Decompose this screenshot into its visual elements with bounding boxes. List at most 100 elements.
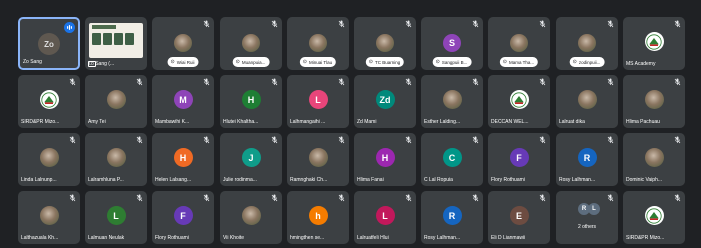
participant-tile-lalmuan-neulak[interactable]: L Lalmuan Neulak (85, 191, 147, 244)
participant-avatar: F (509, 148, 529, 167)
mic-off-icon (203, 78, 210, 86)
participant-tile-lalruatfeli[interactable]: L Lalruatfeli Hlui (354, 191, 416, 244)
mic-off-icon (69, 194, 76, 202)
participant-avatar: L (375, 206, 395, 225)
participant-tile-hmingthan[interactable]: h hmingthen se... (287, 191, 349, 244)
participant-tile-flory-rothuami[interactable]: F Flory Rothuami (488, 133, 550, 186)
participant-tile-lalthazuala[interactable]: Lalthazuala Kh... (18, 191, 80, 244)
participant-tile-julie[interactable]: J Julie rodinma... (220, 133, 282, 186)
participant-avatar (39, 90, 59, 109)
mic-off-icon (472, 20, 479, 28)
pinned-name-chip[interactable]: ⊙ Mama Tha... (499, 57, 539, 67)
participant-name: Zo Sang (... (88, 61, 115, 67)
pinned-name-chip[interactable]: ⊙ zodinpuii... (569, 57, 605, 67)
participant-tile-zodinpuii[interactable]: ⊙ zodinpuii... (556, 17, 618, 70)
participant-tile-sirdpr-mizo[interactable]: SIRD&PR Mizo... (18, 75, 80, 128)
participant-tile-linda[interactable]: Linda Lalnunp... (18, 133, 80, 186)
pinned-name-chip[interactable]: ⊙ Minuai Tlau (299, 57, 337, 67)
participant-avatar: H (375, 148, 395, 167)
participant-tile-wi-ai-rui[interactable]: ⊙ Wiai Ruii (152, 17, 214, 70)
mic-off-icon (271, 194, 278, 202)
participant-name: Lalruat dika (559, 119, 585, 125)
participant-tile-c-lal-ropuia[interactable]: C C Lal Ropuia (421, 133, 483, 186)
participant-avatar: L (308, 90, 328, 109)
participant-avatar: C (442, 148, 462, 167)
participant-avatar (644, 32, 664, 51)
participant-name: Linda Lalnunp... (21, 177, 57, 183)
participant-avatar (174, 34, 192, 52)
participant-avatar: J (241, 148, 261, 167)
participant-tile-ms-academy[interactable]: MS Academy (623, 17, 685, 70)
participant-name: Dominic Vaiph... (626, 177, 663, 183)
participant-tile-zd-mami[interactable]: Zd Zd Mami (354, 75, 416, 128)
pinned-name-chip[interactable]: ⊙ Sangpuii B... (432, 57, 472, 67)
participant-tile-mambawihi[interactable]: M Mambawihi K... (152, 75, 214, 128)
participant-name: Vii Khoite (223, 235, 245, 241)
participant-name: Zd Mami (357, 119, 377, 125)
participant-tile-minuai-tlau[interactable]: ⊙ Minuai Tlau (287, 17, 349, 70)
participant-name: TC Buarning (374, 59, 401, 65)
participant-tile-muanpuia[interactable]: ⊙ Muanpuia... (220, 17, 282, 70)
participant-avatar (39, 148, 59, 167)
participant-name: zodinpuii... (578, 59, 601, 65)
mic-off-icon (607, 20, 614, 28)
participant-name: Hlutei Khaltha... (223, 119, 259, 125)
participant-tile-hlima-fanai[interactable]: H Hlima Fanai (354, 133, 416, 186)
participant-name: Zo Sang (23, 59, 42, 65)
participant-avatar (644, 148, 664, 167)
participant-tile-helen[interactable]: H Helen Lalsang... (152, 133, 214, 186)
participant-tile-tc-buarning[interactable]: ⊙ TC Buarning (354, 17, 416, 70)
participant-tile-zo-sang-presentation[interactable]: Zo Sang (... (85, 17, 147, 70)
participant-avatar: L (106, 206, 126, 225)
mic-off-icon (674, 194, 681, 202)
pin-icon: ⊙ (235, 59, 240, 65)
participant-tile-rosy-lalhman-2[interactable]: R Rosy Lalhman... (421, 191, 483, 244)
pin-icon: ⊙ (368, 59, 373, 65)
mic-off-icon (136, 136, 143, 144)
pinned-name-chip[interactable]: ⊙ Wiai Ruii (167, 57, 199, 67)
mic-off-icon (203, 194, 210, 202)
participant-tile-lalruat-dika[interactable]: Lalruat dika (556, 75, 618, 128)
participant-tile-sangpuii[interactable]: S ⊙ Sangpuii B... (421, 17, 483, 70)
participant-name: SIRD&PR Mizo... (21, 119, 60, 125)
participant-tile-vii-khoite[interactable]: Vii Khoite (220, 191, 282, 244)
participant-avatar (308, 148, 328, 167)
participant-name: Hlima Fanai (357, 177, 384, 183)
participant-tile-flory-rothuami-2[interactable]: F Flory Rothuami (152, 191, 214, 244)
participant-tile-amy-tei[interactable]: Amy Tei (85, 75, 147, 128)
others-avatar: L (588, 203, 600, 215)
participant-tile-mama-tha[interactable]: ⊙ Mama Tha... (488, 17, 550, 70)
mic-off-icon (405, 194, 412, 202)
mic-off-icon (674, 20, 681, 28)
participant-tile-sirdpr-mizo-2[interactable]: SIRD&PR Mizo... (623, 191, 685, 244)
participant-tile-eli-d[interactable]: E Eli D Lianmawii (488, 191, 550, 244)
participant-name: Flory Rothuami (155, 235, 189, 241)
participant-tile-deccan[interactable]: DECCAN WEL... (488, 75, 550, 128)
participant-tile-rosy-lalhman[interactable]: R Rosy Lalhman... (556, 133, 618, 186)
participant-name: Lalmuan Neulak (88, 235, 125, 241)
mic-off-icon (607, 136, 614, 144)
participant-tile-lalramhluna[interactable]: Lalramhluna P... (85, 133, 147, 186)
participant-tile-hlutei[interactable]: H Hlutei Khaltha... (220, 75, 282, 128)
participant-name: hmingthen se... (290, 235, 325, 241)
participant-name: Mama Tha... (509, 59, 535, 65)
participant-tile-others[interactable]: RL2 others (556, 191, 618, 244)
participant-name: Lalruatfeli Hlui (357, 235, 389, 241)
mic-off-icon (472, 136, 479, 144)
participant-name: Lalhmangaihi ... (290, 119, 326, 125)
participant-tile-dominic[interactable]: Dominic Vaiph... (623, 133, 685, 186)
participant-tile-ramnghaki[interactable]: Ramnghaki Ch... (287, 133, 349, 186)
participant-name: Flory Rothuami (491, 177, 525, 183)
participant-tile-hlima-pachuau[interactable]: Hlima Pachuau (623, 75, 685, 128)
participant-tile-esther[interactable]: Esther Lalding... (421, 75, 483, 128)
mic-off-icon (136, 194, 143, 202)
participant-avatar: F (173, 206, 193, 225)
participant-tile-lalhmangaihi[interactable]: L Lalhmangaihi ... (287, 75, 349, 128)
pinned-name-chip[interactable]: ⊙ TC Buarning (365, 57, 405, 67)
mic-off-icon (69, 78, 76, 86)
participant-name: Minuai Tlau (309, 59, 333, 65)
pinned-name-chip[interactable]: ⊙ Muanpuia... (232, 57, 270, 67)
participant-grid: Zo Zo Sang Zo Sang (... ⊙ Wiai Ruii ⊙ Muanpuia… (0, 0, 701, 248)
mic-off-icon (338, 78, 345, 86)
participant-tile-zo-sang[interactable]: Zo Zo Sang (18, 17, 80, 70)
